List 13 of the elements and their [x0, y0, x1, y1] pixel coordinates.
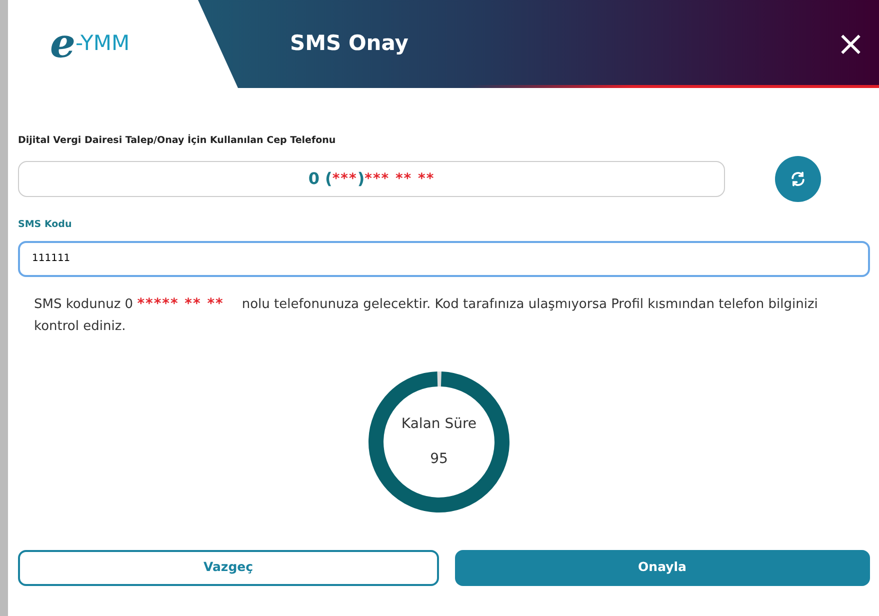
phone-field: 0 (***)*** ** ** [18, 161, 725, 198]
close-button[interactable]: × [822, 27, 879, 61]
info-message: SMS kodunuz 0 ***** ** ** nolu telefonunuza gelecektir. Kod tarafınıza ulaşmıyorsa Profil kısmından telefon bilginizi kontrol ediniz. [33, 294, 819, 336]
timer-value: 95 [430, 450, 448, 468]
confirm-button[interactable]: Onayla [454, 550, 870, 586]
dialog-title: SMS Onay [290, 30, 408, 58]
sms-code-field[interactable]: 111111 [18, 240, 870, 276]
field-label: Dijital Vergi Dairesi Talep/Onay İçin Kullanılan Cep Telefonu [18, 134, 337, 148]
field-label: SMS Kodu [18, 218, 73, 232]
cancel-button[interactable]: Vazgeç [18, 550, 439, 586]
refresh-button[interactable] [774, 156, 820, 202]
timer-label: Kalan Süre [401, 414, 477, 434]
refresh-icon [788, 170, 806, 188]
